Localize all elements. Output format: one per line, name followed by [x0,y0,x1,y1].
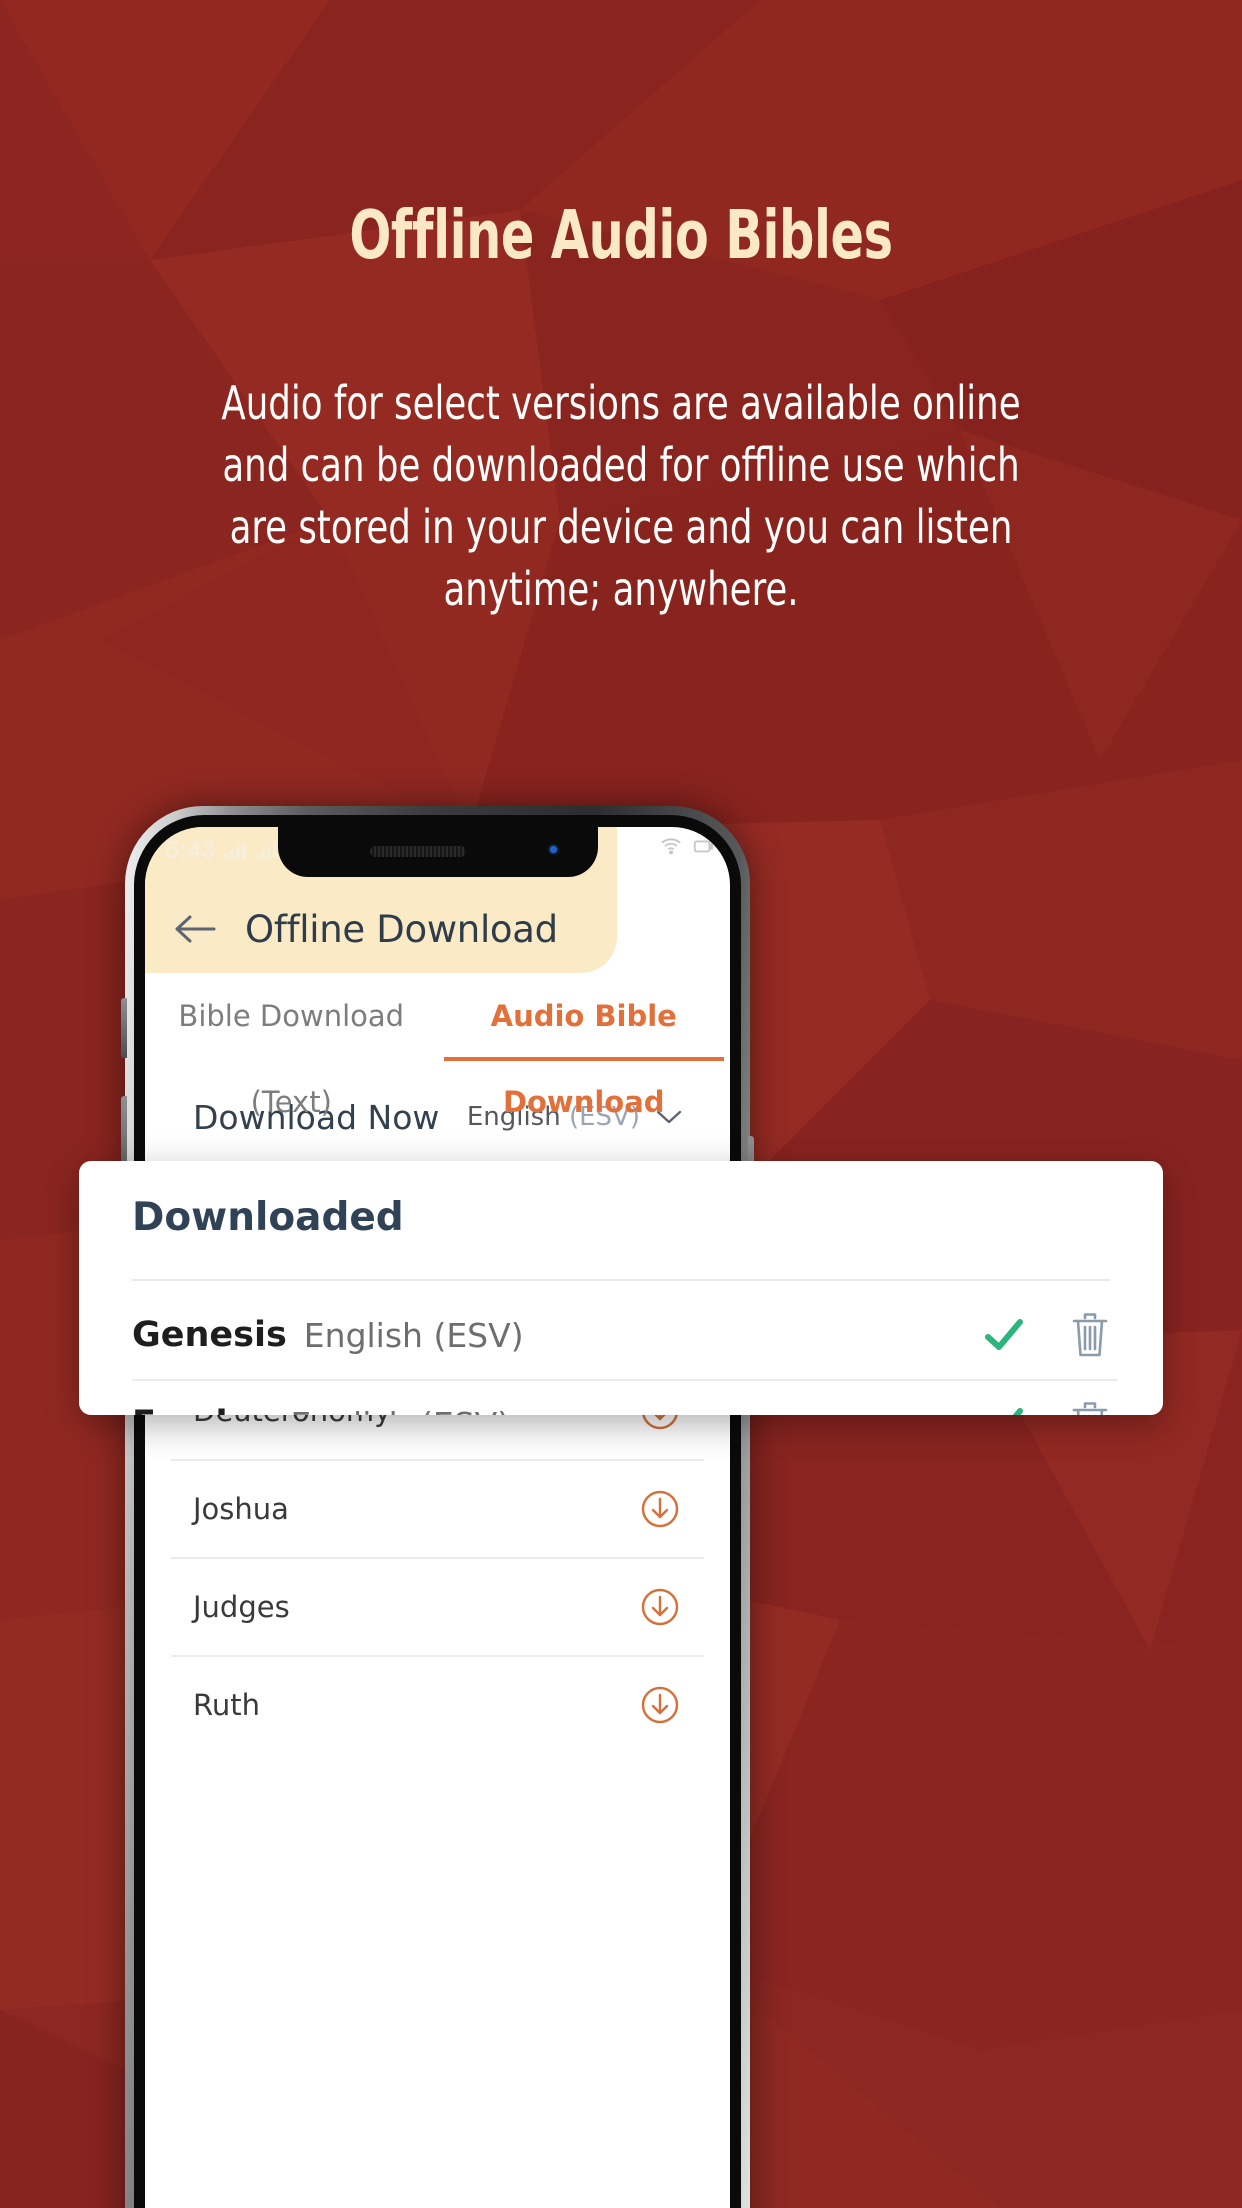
book-name: Judges [193,1590,290,1624]
phone-notch [277,827,598,877]
tab-audio-bible-download[interactable]: Audio Bible Download [438,973,731,1119]
downloaded-book-language: English (ESV) [290,1405,510,1416]
tab-bible-download-text[interactable]: Bible Download (Text) [145,973,438,1119]
phone-screen: 5:43 Offline Download Bible Download (Te… [145,827,730,2208]
battery-icon [693,840,714,853]
downloaded-book-name: Exodus [132,1404,273,1415]
downloaded-card: Downloaded Genesis English (ESV) Exodus … [79,1161,1163,1415]
signal-bars-icon-2 [255,841,278,859]
phone-mockup: 5:43 Offline Download Bible Download (Te… [121,806,754,2208]
app-header-row: Offline Download [145,885,617,973]
downloaded-item[interactable]: Genesis English (ESV) [132,1291,1118,1379]
earpiece-speaker-icon [369,846,466,857]
back-arrow-icon[interactable] [173,909,217,949]
download-circle-icon[interactable] [640,1489,680,1529]
downloaded-item[interactable]: Exodus English (ESV) [132,1379,1118,1415]
download-circle-icon[interactable] [640,1685,680,1725]
wifi-icon [661,838,681,855]
page-subtitle: Audio for select versions are available … [221,376,1021,616]
tab-bar: Bible Download (Text) Audio Bible Downlo… [145,973,731,1119]
book-name: Ruth [193,1688,260,1722]
trash-icon[interactable] [1070,1311,1110,1359]
promo-screenshot: Offline Audio Bibles Audio for select ve… [0,0,1242,2208]
downloaded-book-name: Genesis [132,1315,287,1355]
list-item[interactable]: Ruth [171,1655,704,1753]
status-bar: 5:43 [165,833,278,867]
page-title: Offline Audio Bibles [349,196,893,274]
download-circle-icon[interactable] [640,1587,680,1627]
book-name: Joshua [193,1492,289,1526]
front-camera-icon [545,842,564,861]
phone-silent-switch [121,998,127,1058]
trash-icon[interactable] [1070,1400,1110,1415]
check-icon [985,1319,1023,1350]
app-header-title: Offline Download [245,907,558,951]
status-bar-right [660,835,714,857]
list-item[interactable]: Joshua [171,1459,704,1557]
downloaded-card-title: Downloaded [132,1195,404,1240]
downloaded-book-language: English (ESV) [303,1315,524,1355]
status-bar-time: 5:43 [165,835,216,864]
divider [132,1279,1110,1281]
signal-bars-icon-1 [224,841,247,859]
check-icon [1012,1408,1023,1415]
list-item[interactable]: Judges [171,1557,704,1655]
